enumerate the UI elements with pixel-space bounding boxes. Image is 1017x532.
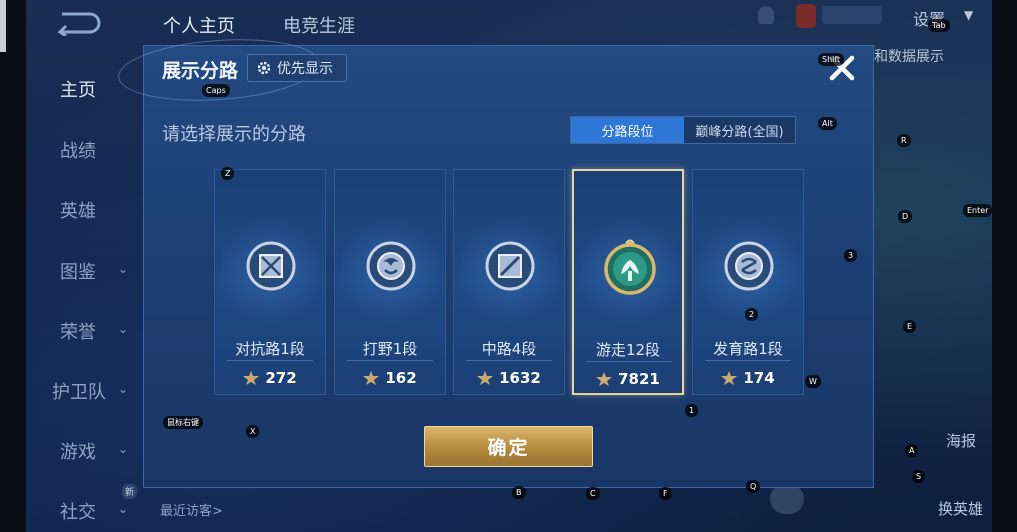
lane-score: 7821 (574, 370, 682, 388)
score-icon (243, 371, 260, 385)
sidebar-item-home[interactable]: 主页 (60, 76, 96, 102)
score-icon (596, 372, 613, 386)
key-hint: 2 (745, 308, 759, 321)
chevron-down-icon[interactable]: ▼ (964, 8, 973, 22)
card-divider (586, 361, 672, 362)
chevron-down-icon[interactable]: ⌄ (118, 322, 128, 336)
priority-display-button[interactable]: 优先显示 (247, 54, 347, 82)
score-icon (477, 371, 494, 385)
tab-profile[interactable]: 个人主页 (163, 12, 235, 38)
tab-esports-career[interactable]: 电竞生涯 (283, 12, 355, 38)
window-edge-mark (0, 0, 6, 52)
vip-info-blur (822, 6, 882, 24)
hero-silhouette-icon[interactable] (770, 484, 804, 514)
lane-score-value: 174 (743, 369, 775, 387)
key-hint: C (586, 487, 600, 500)
lane-card-label: 对抗路1段 (235, 340, 305, 358)
lane-score-value: 7821 (618, 370, 660, 388)
lane-card-jungle[interactable]: 打野1段 162 (334, 169, 446, 395)
lane-card-farm[interactable]: 发育路1段 174 (692, 169, 804, 395)
lane-tab-switch: 分路段位 巅峰分路(全国) (570, 116, 796, 144)
key-hint: 3 (844, 249, 858, 262)
mid-lane-emblem-icon (485, 241, 535, 291)
key-hint: Caps (202, 84, 230, 97)
key-hint: W (805, 375, 821, 388)
dialog-title: 展示分路 (162, 60, 239, 82)
lane-card-label: 打野1段 (362, 340, 418, 358)
tab-lane-rank[interactable]: 分路段位 (571, 117, 684, 143)
lane-card-mid[interactable]: 中路4段 1632 (453, 169, 565, 395)
key-hint: S (912, 470, 926, 483)
chevron-down-icon[interactable]: ⌄ (118, 262, 128, 276)
recent-visitors-link[interactable]: 最近访客> (160, 500, 223, 519)
lane-score-value: 1632 (499, 369, 541, 387)
swap-hero-button[interactable]: 换英雄 (938, 498, 983, 519)
card-divider (227, 360, 313, 361)
farm-lane-emblem-icon (724, 241, 774, 291)
card-divider (347, 360, 433, 361)
back-icon[interactable] (56, 10, 102, 36)
key-hint: Tab (928, 19, 950, 32)
lane-score: 174 (693, 369, 803, 387)
new-badge: 新 (122, 484, 138, 499)
chevron-down-icon[interactable]: ⌄ (118, 382, 128, 396)
key-hint: Alt (818, 117, 837, 130)
bell-icon[interactable] (758, 6, 774, 24)
priority-display-label: 优先显示 (277, 61, 333, 77)
sidebar-item-guard-team[interactable]: 护卫队 (52, 378, 106, 404)
sidebar-item-heroes[interactable]: 英雄 (60, 197, 96, 223)
lane-score-value: 272 (265, 369, 297, 387)
sidebar-item-social[interactable]: 社交 (60, 498, 96, 524)
lane-select-prompt: 请选择展示的分路 (162, 124, 306, 145)
lane-score: 272 (215, 369, 325, 387)
chevron-down-icon[interactable]: ⌄ (118, 502, 128, 516)
lane-score-value: 162 (385, 369, 417, 387)
tab-peak-lane-national[interactable]: 巅峰分路(全国) (684, 117, 795, 143)
jungle-emblem-icon (366, 241, 416, 291)
score-icon (363, 371, 380, 385)
key-hint: F (659, 487, 672, 500)
lane-score: 1632 (454, 369, 564, 387)
sidebar-item-honor[interactable]: 荣誉 (60, 318, 96, 344)
vip-badge-icon (796, 4, 816, 28)
lane-card-clash[interactable]: 对抗路1段 272 (214, 169, 326, 395)
right-window-strip (992, 0, 1017, 532)
background-display-text: 和数据展示 (874, 49, 944, 65)
key-hint: Enter (963, 204, 993, 217)
clash-lane-emblem-icon (246, 241, 296, 291)
confirm-button[interactable]: 确定 (424, 426, 593, 467)
key-hint: B (512, 486, 526, 499)
lane-card-label: 游走12段 (595, 341, 661, 359)
sidebar-item-game[interactable]: 游戏 (60, 438, 96, 464)
key-hint: 1 (685, 404, 699, 417)
key-hint: E (903, 320, 917, 333)
chevron-down-icon[interactable]: ⌄ (118, 442, 128, 456)
gear-icon (257, 61, 271, 75)
sidebar-item-record[interactable]: 战绩 (60, 137, 96, 163)
poster-button[interactable]: 海报 (946, 430, 976, 451)
score-icon (721, 371, 738, 385)
lane-card-label: 中路4段 (481, 340, 537, 358)
key-hint: R (897, 134, 911, 147)
key-hint: Shift (818, 53, 845, 66)
lane-score: 162 (335, 369, 445, 387)
key-hint: 鼠标右键 (163, 416, 203, 429)
left-window-strip (0, 0, 26, 532)
card-divider (705, 360, 791, 361)
card-divider (466, 360, 552, 361)
key-hint: D (898, 210, 913, 223)
key-hint: Q (746, 480, 761, 493)
lane-card-roam[interactable]: 游走12段 7821 (572, 169, 684, 395)
roam-emblem-icon (604, 239, 656, 295)
sidebar-item-codex[interactable]: 图鉴 (60, 258, 96, 284)
lane-card-label: 发育路1段 (713, 340, 783, 358)
